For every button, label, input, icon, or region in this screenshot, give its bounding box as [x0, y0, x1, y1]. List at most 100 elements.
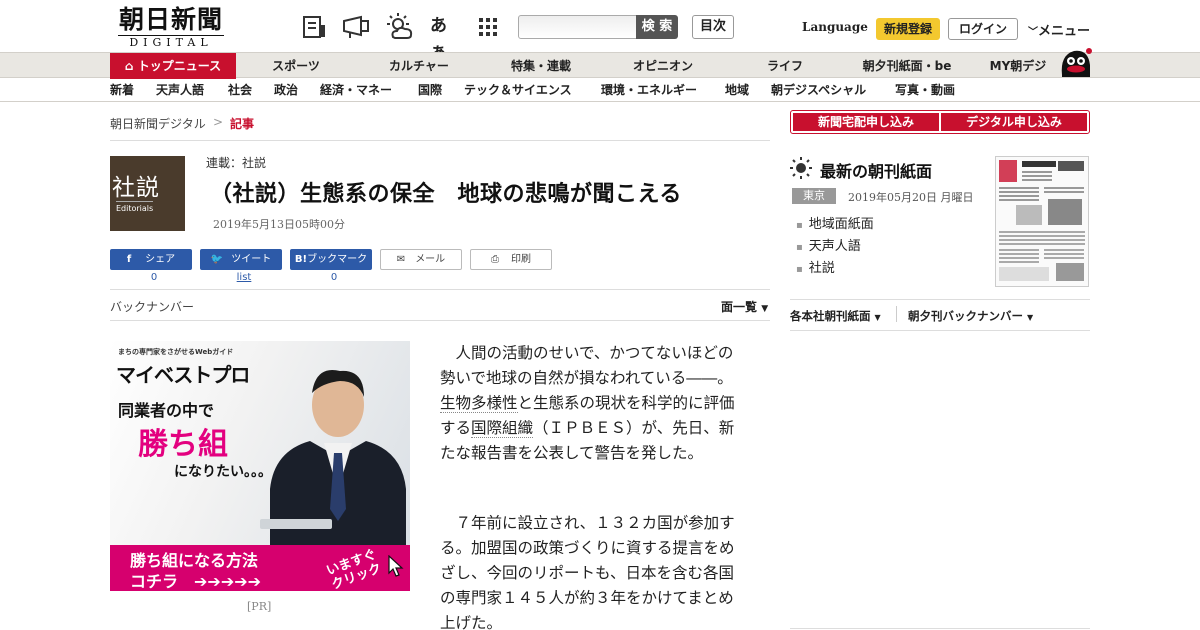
- facebook-share-button[interactable]: f シェア: [110, 249, 192, 270]
- cursor-icon: [388, 554, 404, 581]
- print-button[interactable]: ⎙ 印刷: [470, 249, 552, 270]
- facebook-icon: f: [126, 254, 132, 265]
- glossary-link-biodiversity[interactable]: 生物多様性: [440, 394, 518, 413]
- print-icon: ⎙: [491, 254, 499, 265]
- back-number-link[interactable]: バックナンバー: [110, 298, 194, 315]
- subnav-tensei[interactable]: 天声人語: [156, 79, 204, 102]
- site-header: 朝日新聞 DIGITAL あぁ 検 索 目次 Language 新規登録 ログイ…: [0, 0, 1200, 62]
- paragraph-text: 人間の活動のせいで、かつてないほどの勢いで地球の自然が損なわれている――。: [440, 344, 734, 387]
- subnav-economy[interactable]: 経済・マネー: [320, 79, 392, 102]
- tweet-count[interactable]: list: [200, 272, 288, 283]
- toc-button[interactable]: 目次: [692, 15, 734, 39]
- ad-line3: になりたい。。。: [174, 464, 272, 480]
- subnav-politics[interactable]: 政治: [274, 79, 298, 102]
- subnav-environment[interactable]: 環境・エネルギー: [601, 79, 697, 102]
- mascot-icon[interactable]: [1058, 45, 1092, 79]
- login-button[interactable]: ログイン: [948, 18, 1018, 40]
- article-title: （社説）生態系の保全 地球の悲鳴が聞こえる: [210, 182, 682, 207]
- bullet-icon: ▪: [796, 242, 803, 253]
- caret-down-icon: ▼: [1027, 313, 1034, 322]
- site-logo[interactable]: 朝日新聞 DIGITAL: [112, 5, 230, 49]
- divider: [790, 299, 1090, 300]
- ad-line1: 同業者の中で: [118, 401, 215, 420]
- bookmark-count: 0: [330, 272, 338, 283]
- mail-button[interactable]: ✉ メール: [380, 249, 462, 270]
- mail-icon: ✉: [396, 254, 406, 265]
- ad-line2: 勝ち組: [138, 427, 228, 462]
- facebook-share-count: 0: [150, 272, 158, 283]
- subnav-international[interactable]: 国際: [418, 79, 442, 102]
- news-shortcut-icon[interactable]: [301, 13, 329, 41]
- digital-subscribe-button[interactable]: デジタル申し込み: [941, 113, 1087, 131]
- article-date: 2019年5月13日05時00分: [213, 218, 345, 231]
- chevron-down-icon: ﹀: [1028, 27, 1038, 38]
- subnav-tech-science[interactable]: テック＆サイエンス: [464, 79, 572, 102]
- search-input[interactable]: [518, 15, 637, 39]
- ad-pr-label: [PR]: [247, 600, 272, 613]
- subnav-special[interactable]: 朝デジスペシャル: [771, 79, 866, 102]
- sidebar-link-regional[interactable]: ▪ 地域面紙面: [796, 213, 874, 232]
- bookmark-button[interactable]: B!ブックマーク: [290, 249, 372, 270]
- nav-my-asadigi[interactable]: MY朝デジ: [980, 53, 1056, 79]
- ad-banner[interactable]: まちの専門家をさがせるWebガイド マイベストプロ 同業者の中で 勝ち組 になり…: [110, 341, 410, 591]
- nav-opinion[interactable]: オピニオン: [617, 53, 709, 79]
- sidebar-link-tensei[interactable]: ▪ 天声人語: [796, 235, 861, 254]
- subnav-photo-video[interactable]: 写真・動画: [895, 79, 955, 102]
- sidebar-link-label: 社説: [808, 261, 835, 276]
- region-badge: 東京: [792, 188, 836, 204]
- nav-paper-be[interactable]: 朝夕刊紙面・be: [852, 53, 962, 79]
- bullet-icon: ▪: [796, 264, 803, 275]
- tweet-button[interactable]: 🐦 ツイート: [200, 249, 282, 270]
- regional-paper-dropdown[interactable]: 各本社朝刊紙面 ▼: [790, 308, 881, 324]
- nav-culture[interactable]: カルチャー: [374, 53, 464, 79]
- series-label[interactable]: 連載：社説: [206, 154, 266, 171]
- latest-paper-title[interactable]: 最新の朝刊紙面: [820, 158, 932, 182]
- caret-down-icon: ▼: [761, 304, 769, 314]
- bookmark-label: ブックマーク: [307, 254, 368, 265]
- search-button[interactable]: 検 索: [636, 15, 678, 39]
- nav-features[interactable]: 特集・連載: [495, 53, 587, 79]
- language-link[interactable]: Language: [802, 20, 868, 34]
- breadcrumb-current: 記事: [230, 117, 255, 131]
- subscribe-buttons: 新聞宅配申し込み デジタル申し込み: [790, 110, 1090, 134]
- breadcrumb-separator: >: [213, 115, 224, 129]
- paper-date: 2019年05月20日 月曜日: [848, 191, 974, 204]
- nav-life[interactable]: ライフ: [750, 53, 820, 79]
- nav-sports[interactable]: スポーツ: [256, 53, 336, 79]
- subnav-latest[interactable]: 新着: [110, 79, 134, 102]
- main-nav: ⌂ トップニュース スポーツ カルチャー 特集・連載 オピニオン ライフ 朝夕刊…: [0, 48, 1200, 79]
- glossary-link-international-org[interactable]: 国際組織: [471, 419, 534, 438]
- back-number-dropdown[interactable]: 朝夕刊バックナンバー ▼: [908, 308, 1033, 324]
- regional-paper-label: 各本社朝刊紙面: [790, 309, 871, 323]
- mail-label: メール: [415, 254, 446, 265]
- megaphone-icon[interactable]: [341, 13, 369, 41]
- subnav-society[interactable]: 社会: [228, 79, 252, 102]
- ad-brand: マイベストプロ: [116, 363, 250, 387]
- nav-top-news[interactable]: ⌂ トップニュース: [110, 53, 236, 79]
- sidebar-link-editorial[interactable]: ▪ 社説: [796, 257, 835, 276]
- logo-kanji: 朝日新聞: [118, 5, 223, 34]
- facebook-share-label: シェア: [145, 254, 176, 265]
- logo-digital: DIGITAL: [118, 35, 224, 49]
- font-size-icon[interactable]: あぁ: [430, 13, 458, 62]
- page-list-dropdown[interactable]: 面一覧 ▼: [721, 298, 768, 315]
- back-number-label: 朝夕刊バックナンバー: [908, 309, 1023, 323]
- breadcrumb-home[interactable]: 朝日新聞デジタル: [110, 115, 206, 132]
- menu-button[interactable]: ﹀メニュー: [1028, 20, 1090, 39]
- ad-tagline: まちの専門家をさがせるWebガイド: [118, 348, 234, 356]
- newspaper-subscribe-button[interactable]: 新聞宅配申し込み: [793, 113, 939, 131]
- weather-icon[interactable]: [385, 13, 413, 41]
- register-button[interactable]: 新規登録: [876, 18, 940, 40]
- divider: [110, 320, 770, 321]
- divider: [110, 140, 770, 141]
- subnav-region[interactable]: 地域: [725, 79, 749, 102]
- divider: [790, 330, 1090, 331]
- page-list-label: 面一覧: [721, 300, 758, 314]
- divider: [110, 289, 770, 290]
- sidebar-link-label: 地域面紙面: [808, 217, 874, 232]
- tweet-label: ツイート: [231, 254, 272, 265]
- grid-apps-icon[interactable]: [476, 13, 504, 41]
- hatena-bookmark-icon: B!: [294, 254, 308, 265]
- newspaper-thumbnail[interactable]: [995, 156, 1089, 287]
- caret-down-icon: ▼: [874, 313, 881, 322]
